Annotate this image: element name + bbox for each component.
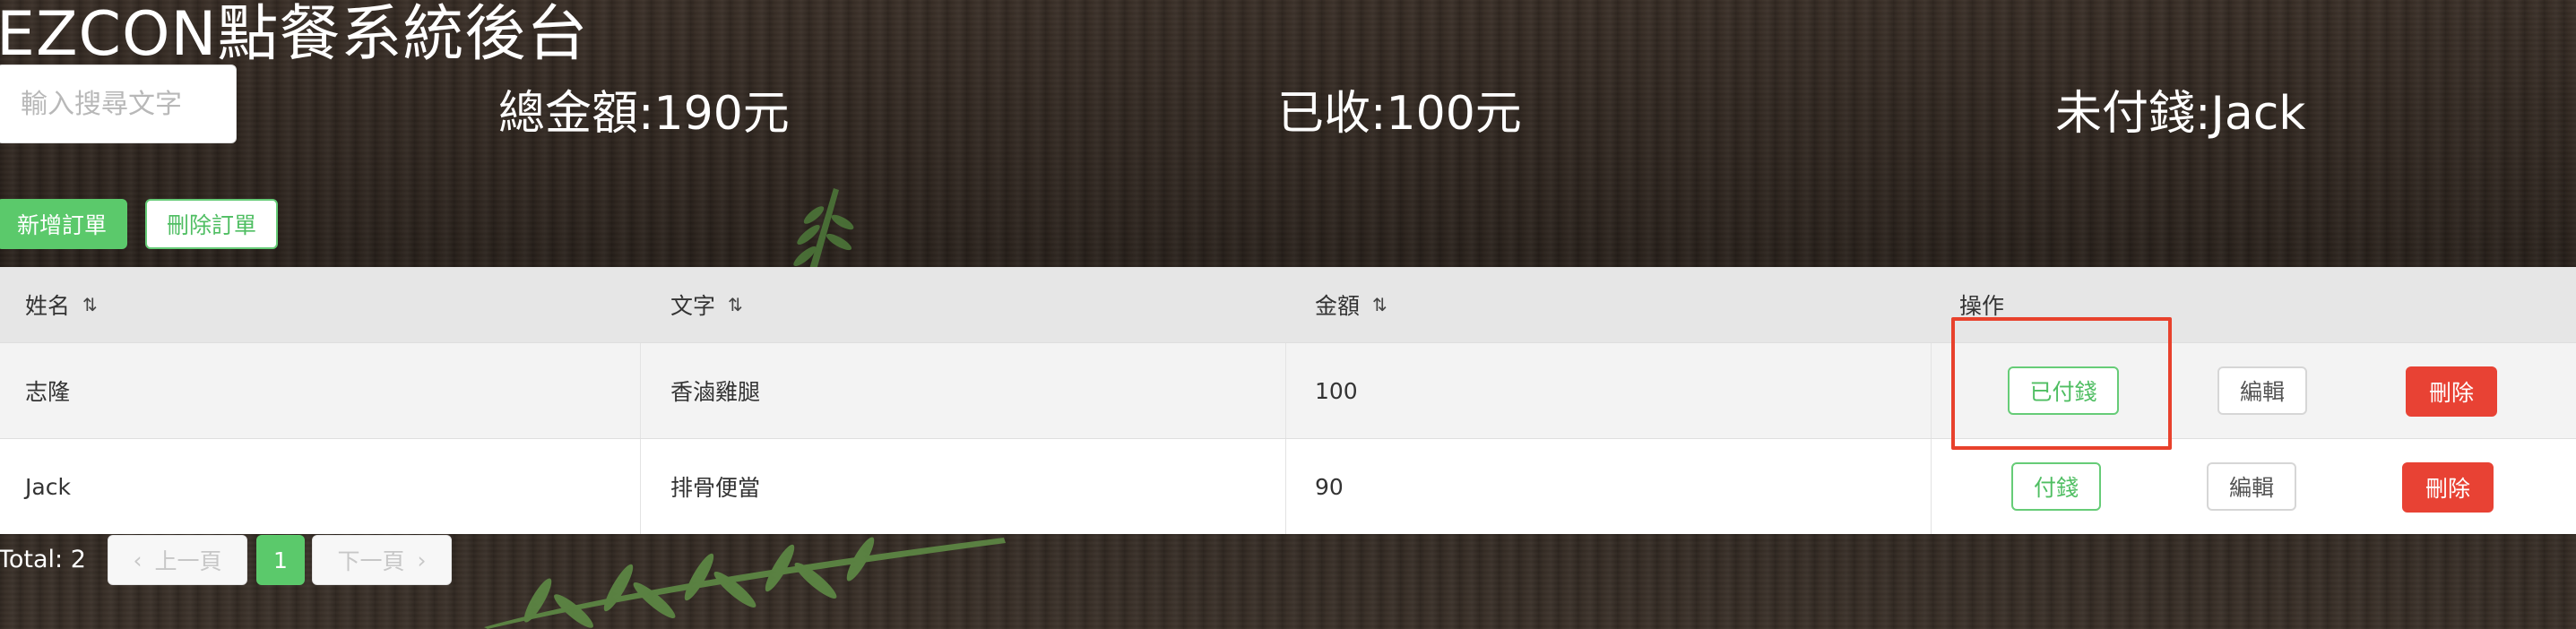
prev-page-button[interactable]: ‹ 上一頁	[108, 535, 247, 585]
pagination-total: Total: 2	[0, 546, 86, 573]
page-title: EZCON點餐系統後台	[0, 0, 589, 70]
edit-button[interactable]: 編輯	[2207, 462, 2296, 511]
delete-button[interactable]: 刪除	[2406, 366, 2497, 417]
column-divider	[1285, 439, 1286, 534]
prev-page-label: 上一頁	[154, 548, 222, 574]
column-divider	[640, 439, 641, 534]
chevron-right-icon: ›	[417, 547, 427, 573]
column-divider	[640, 343, 641, 438]
received-amount-stat: 已收:100元	[1277, 87, 1522, 141]
delete-button[interactable]: 刪除	[2402, 462, 2494, 513]
column-divider	[1931, 343, 1932, 438]
column-divider	[1931, 439, 1932, 534]
table-row: Jack 排骨便當 90 付錢 編輯 刪除	[0, 438, 2576, 534]
orders-table: 姓名 ⇅ 文字 ⇅ 金額 ⇅ 操作 志隆 香滷雞腿 100 已付錢 編輯 刪除 …	[0, 267, 2576, 534]
column-header-amount[interactable]: 金額 ⇅	[1315, 267, 1387, 342]
column-header-label: 金額	[1315, 293, 1361, 319]
cell-text: 香滷雞腿	[670, 379, 761, 405]
column-header-name[interactable]: 姓名 ⇅	[25, 267, 98, 342]
delete-order-button[interactable]: 刪除訂單	[145, 199, 278, 249]
column-header-label: 文字	[670, 293, 716, 319]
add-order-button[interactable]: 新增訂單	[0, 199, 127, 249]
table-row: 志隆 香滷雞腿 100 已付錢 編輯 刪除	[0, 342, 2576, 438]
fern-decoration-bottom	[484, 537, 1006, 629]
cell-name: Jack	[25, 473, 71, 500]
cell-amount: 100	[1315, 377, 1358, 404]
edit-button[interactable]: 編輯	[2217, 366, 2307, 415]
table-header: 姓名 ⇅ 文字 ⇅ 金額 ⇅ 操作	[0, 267, 2576, 342]
column-header-text[interactable]: 文字 ⇅	[670, 267, 743, 342]
sort-icon[interactable]: ⇅	[728, 294, 743, 315]
unpaid-stat: 未付錢:Jack	[2055, 87, 2306, 141]
search-box[interactable]	[0, 65, 237, 143]
sort-icon[interactable]: ⇅	[82, 294, 98, 315]
column-header-label: 操作	[1959, 293, 2005, 319]
column-divider	[1285, 343, 1286, 438]
column-header-label: 姓名	[25, 293, 71, 319]
next-page-button[interactable]: 下一頁 ›	[312, 535, 452, 585]
search-input[interactable]	[19, 87, 229, 121]
page-number-current[interactable]: 1	[256, 535, 305, 585]
pay-button[interactable]: 付錢	[2011, 462, 2101, 511]
paid-button[interactable]: 已付錢	[2008, 366, 2119, 415]
chevron-left-icon: ‹	[133, 547, 143, 573]
column-header-actions: 操作	[1959, 267, 2004, 342]
next-page-label: 下一頁	[337, 548, 405, 574]
cell-text: 排骨便當	[670, 475, 761, 501]
total-amount-stat: 總金額:190元	[498, 87, 790, 141]
cell-name: 志隆	[25, 379, 71, 405]
cell-amount: 90	[1315, 473, 1344, 500]
sort-icon[interactable]: ⇅	[1372, 294, 1387, 315]
